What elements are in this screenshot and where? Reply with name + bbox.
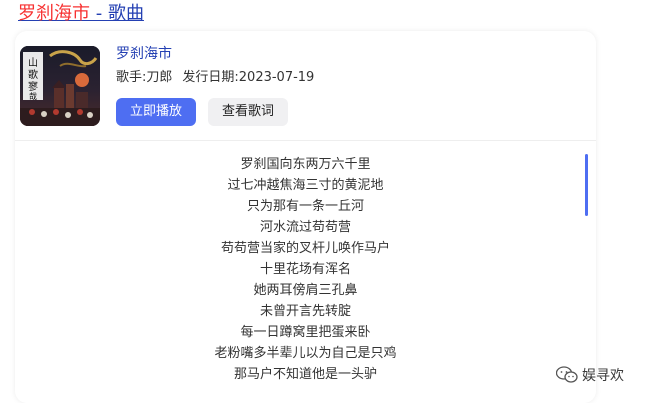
lyric-line: 只为那有一条一丘河	[246, 199, 364, 214]
album-cover-art: 山 歌 寥 哉	[20, 46, 100, 126]
result-title-link[interactable]: 罗刹海市 - 歌曲	[18, 3, 144, 25]
song-card: 山 歌 寥 哉 罗刹海市 歌手:刀郎 发行日期:2023-07-19 立即播放 查…	[15, 31, 596, 403]
lyric-line: 罗刹国向东两万六千里	[240, 157, 371, 172]
search-result-page: 罗刹海市 - 歌曲 山 歌 寥 哉 罗刹海市 歌手:刀郎 发行日期:2023-0…	[0, 0, 652, 403]
cover-char-4: 哉	[29, 91, 37, 101]
lyrics-panel[interactable]: 罗刹国向东两万六千里 过七冲越焦海三寸的黄泥地 只为那有一条一丘河 河水流过苟苟…	[15, 154, 596, 403]
lyric-line: 未曾开言先转腚	[259, 304, 351, 319]
cover-char-2: 歌	[28, 68, 38, 81]
lyric-line: 十里花场有浑名	[259, 262, 351, 277]
album-cover[interactable]: 山 歌 寥 哉	[20, 46, 100, 126]
view-lyrics-button[interactable]: 查看歌词	[208, 98, 288, 126]
lyric-line: 老粉嘴多半辈儿以为自己是只鸡	[214, 346, 397, 361]
lyric-line: 苟苟营当家的叉杆儿唤作马户	[220, 241, 390, 256]
divider	[15, 140, 596, 141]
result-title-highlight[interactable]: 罗刹海市	[18, 3, 90, 24]
watermark-text: 娱寻欢	[582, 368, 624, 384]
release-date-text: 发行日期:2023-07-19	[182, 70, 315, 85]
lyric-line: 过七冲越焦海三寸的黄泥地	[227, 178, 384, 193]
lyric-line: 每一日蹲窝里把蛋来卧	[240, 325, 371, 340]
song-meta: 歌手:刀郎 发行日期:2023-07-19	[116, 69, 314, 87]
lyric-line: 她两耳傍肩三孔鼻	[253, 283, 358, 298]
cover-char-1: 山	[28, 57, 38, 69]
singer-text: 歌手:刀郎	[116, 70, 173, 85]
lyric-line: 那马户不知道他是一头驴	[233, 367, 377, 382]
wechat-icon	[556, 366, 578, 383]
play-now-button[interactable]: 立即播放	[116, 98, 196, 126]
song-name-link[interactable]: 罗刹海市	[116, 45, 172, 63]
lyrics-scrollbar[interactable]	[585, 154, 588, 216]
result-title-rest[interactable]: - 歌曲	[90, 3, 144, 24]
lyric-line: 河水流过苟苟营	[259, 220, 351, 235]
watermark: 娱寻欢	[556, 365, 624, 385]
